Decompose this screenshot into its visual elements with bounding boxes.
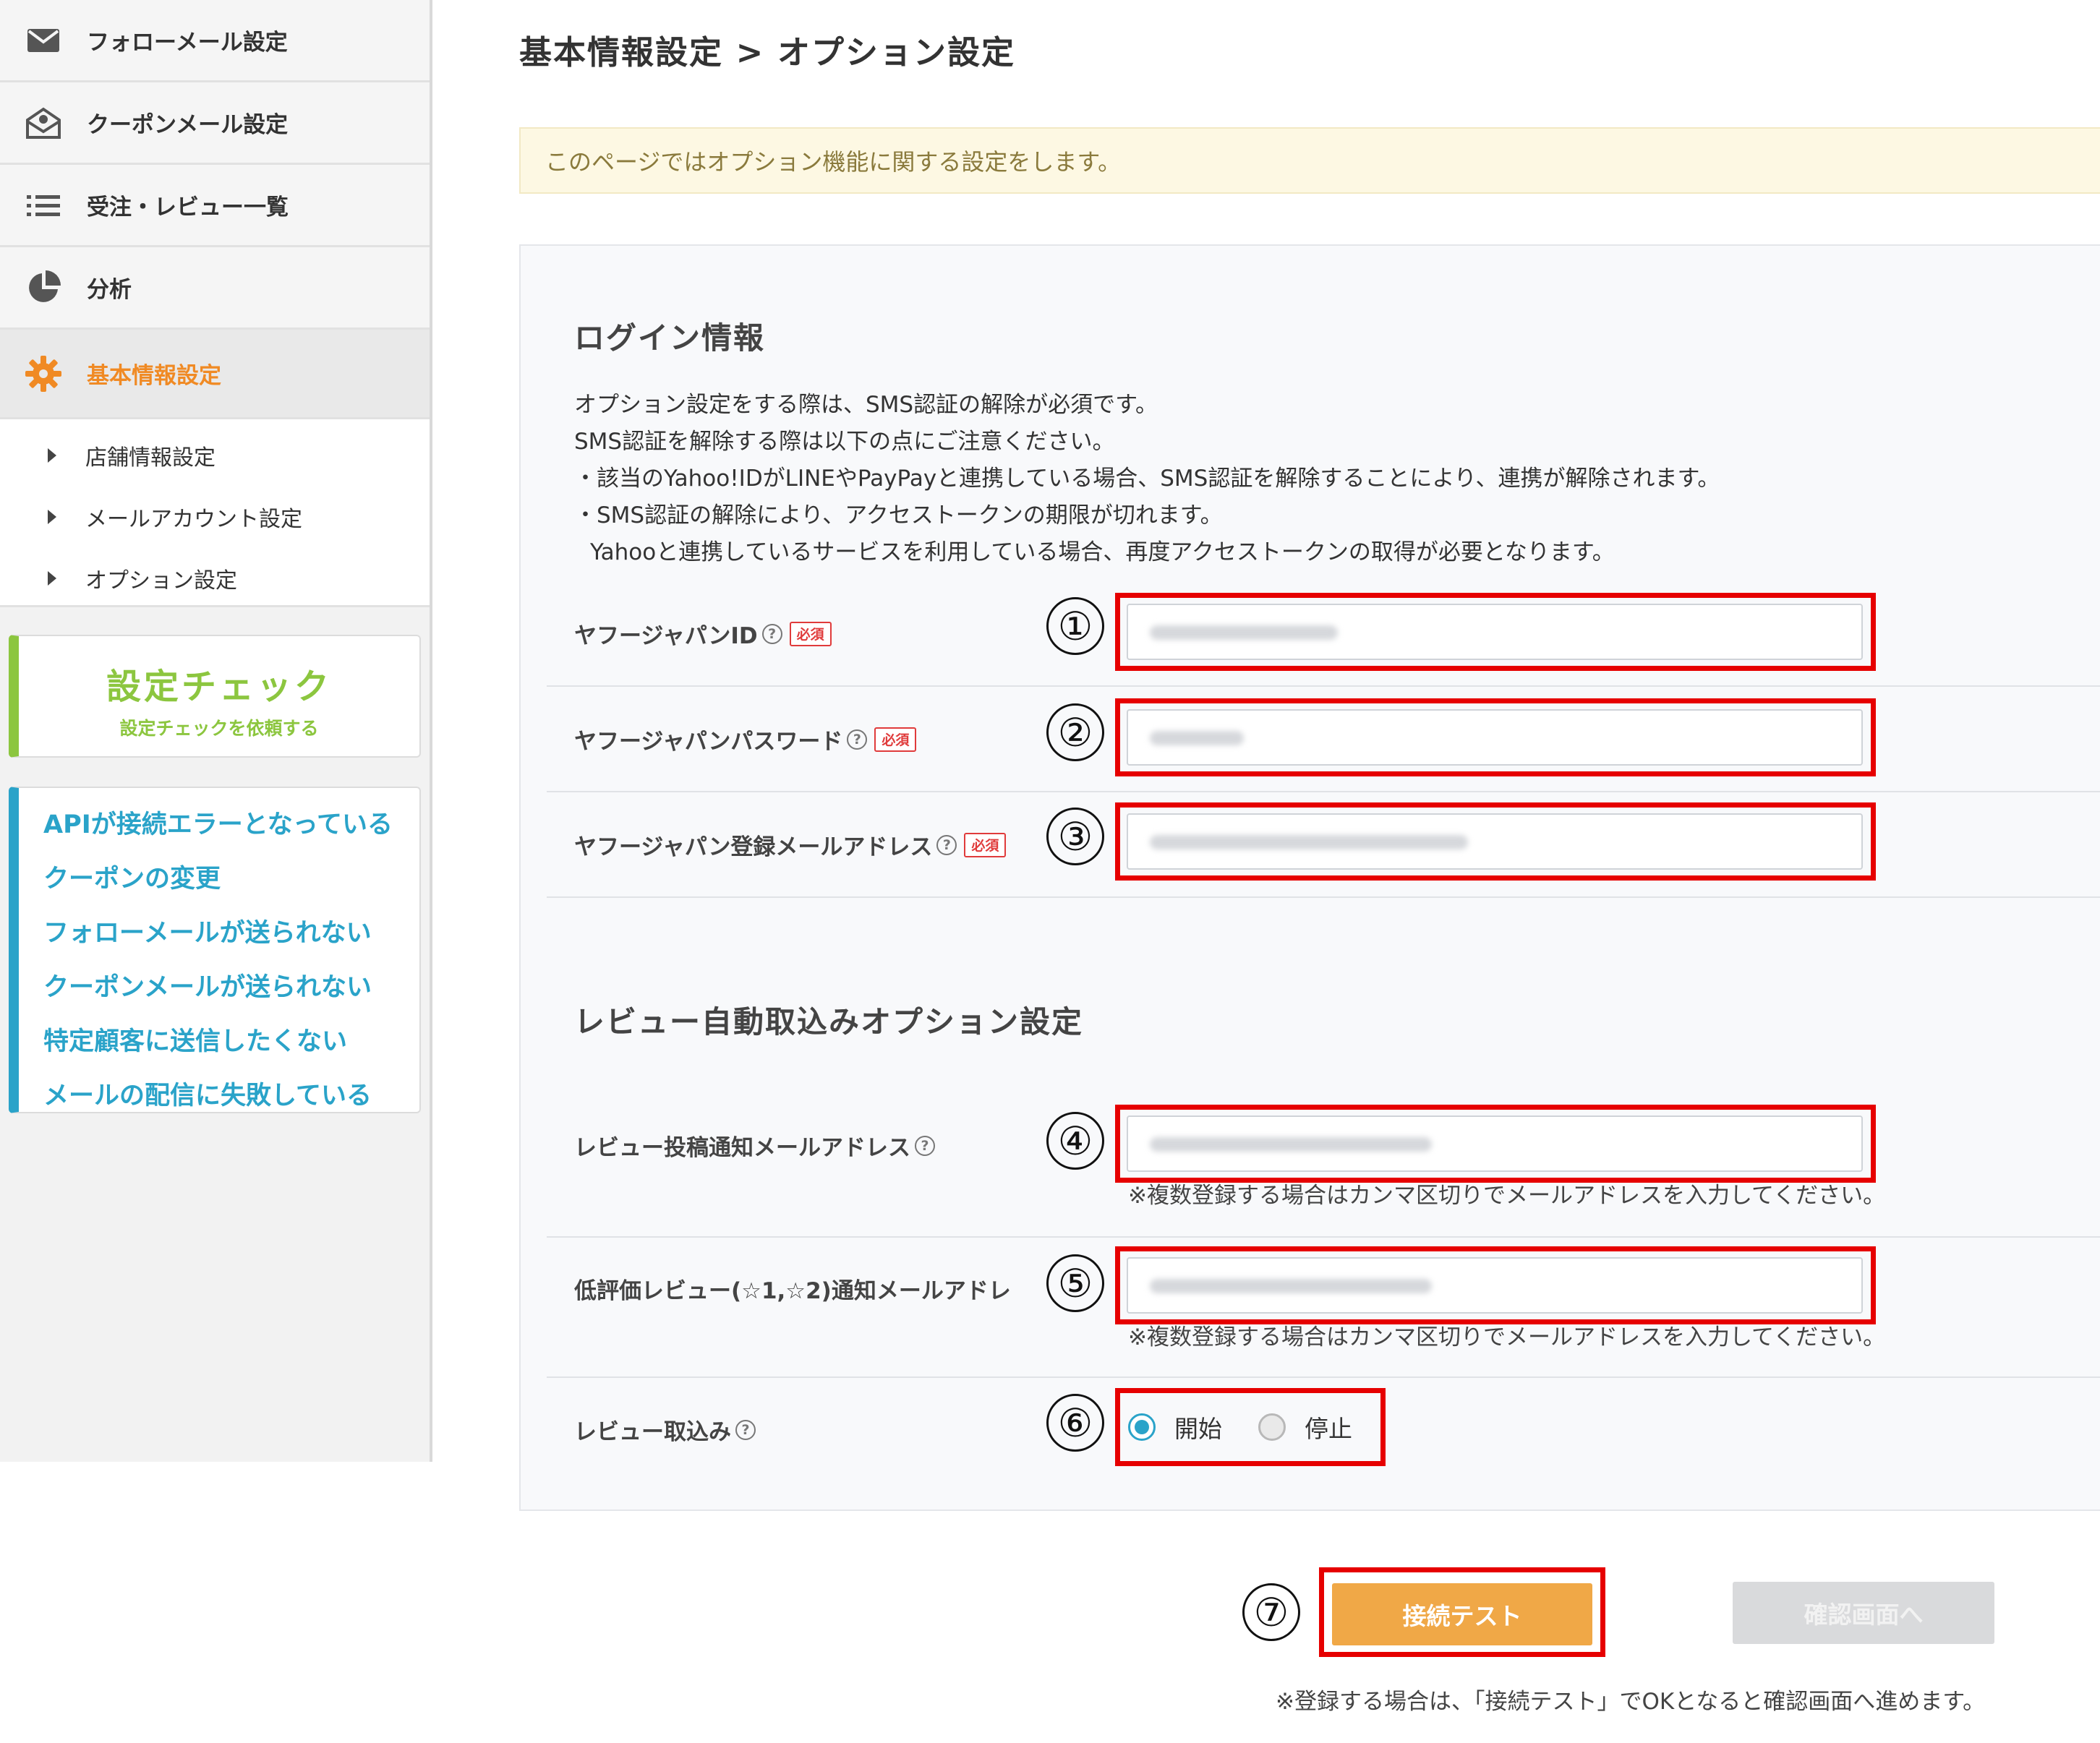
faq-link-delivery-failed[interactable]: メールの配信に失敗している [43, 1075, 372, 1112]
low-rating-email-hint: ※複数登録する場合はカンマ区切りでメールアドレスを入力してください。 [1128, 1324, 1886, 1350]
sidebar-item-label: クーポンメール設定 [87, 112, 289, 138]
faq-link-api-error[interactable]: APIが接続エラーとなっている [43, 804, 393, 841]
envelope-open-icon [22, 101, 65, 145]
masked-value [1150, 731, 1244, 745]
info-notice: このページではオプション機能に関する設定をします。 [519, 127, 2100, 194]
sidebar-item-label: 受注・レビュー一覧 [87, 194, 289, 220]
caret-right-icon [48, 448, 56, 463]
annotation-marker-6: ⑥ [1046, 1394, 1104, 1452]
caret-right-icon [48, 571, 56, 586]
annotation-marker-2: ② [1046, 703, 1104, 761]
connection-test-button[interactable]: 接続テスト [1332, 1583, 1592, 1645]
sidebar-item-analytics[interactable]: 分析 [0, 247, 430, 330]
login-section-title: ログイン情報 [574, 320, 766, 356]
yahoo-email-input[interactable] [1127, 813, 1863, 870]
faq-link-coupon-change[interactable]: クーポンの変更 [43, 858, 221, 895]
annotation-marker-3: ③ [1046, 808, 1104, 865]
yahoo-email-label: ヤフージャパン登録メールアドレス ? 必須 [574, 828, 1007, 861]
faq-link-follow-mail[interactable]: フォローメールが送られない [43, 912, 372, 949]
page-title: 基本情報設定 > オプション設定 [519, 33, 1016, 72]
row-divider [547, 791, 2100, 792]
settings-check-subtitle: 設定チェックを依頼する [119, 718, 319, 739]
review-section-title: レビュー自動取込みオプション設定 [574, 1004, 1084, 1040]
low-rating-email-label: 低評価レビュー(☆1,☆2)通知メールアドレ [574, 1278, 1011, 1304]
row-divider [547, 1376, 2100, 1378]
radio-start[interactable]: 開始 [1128, 1410, 1222, 1444]
annotation-marker-7: ⑦ [1242, 1583, 1300, 1641]
row-divider [547, 1236, 2100, 1238]
review-import-label: レビュー取込み ? [574, 1413, 756, 1446]
annotation-marker-4: ④ [1046, 1112, 1104, 1170]
sidebar-item-orders-reviews[interactable]: 受注・レビュー一覧 [0, 165, 430, 247]
sidebar-item-coupon-mail[interactable]: クーポンメール設定 [0, 82, 430, 165]
subnav-item-mail-account[interactable]: メールアカウント設定 [48, 501, 302, 533]
sidebar-item-label: 分析 [87, 277, 132, 303]
login-description-line: ・SMS認証の解除により、アクセストークンの期限が切れます。 [574, 502, 1223, 528]
review-notify-email-hint: ※複数登録する場合はカンマ区切りでメールアドレスを入力してください。 [1128, 1183, 1886, 1209]
low-rating-email-input[interactable] [1127, 1257, 1863, 1314]
confirm-screen-button[interactable]: 確認画面へ [1733, 1582, 1994, 1644]
help-icon[interactable]: ? [915, 1135, 935, 1156]
annotation-marker-1: ① [1046, 597, 1104, 655]
footer-note: ※登録する場合は、「接続テスト」でOKとなると確認画面へ進めます。 [1276, 1689, 1986, 1715]
yahoo-password-input[interactable] [1127, 709, 1863, 766]
required-badge: 必須 [874, 727, 917, 752]
masked-value [1150, 1279, 1432, 1293]
masked-value [1150, 625, 1338, 640]
login-description-line: Yahooと連携しているサービスを利用している場合、再度アクセストークンの取得が… [590, 539, 1615, 565]
list-icon [22, 184, 65, 227]
review-notify-email-label: レビュー投稿通知メールアドレス ? [574, 1129, 935, 1162]
row-divider [547, 896, 2100, 898]
help-icon[interactable]: ? [735, 1419, 756, 1440]
login-description-line: SMS認証を解除する際は以下の点にご注意ください。 [574, 429, 1115, 455]
yahoo-password-label: ヤフージャパンパスワード ? 必須 [574, 723, 917, 755]
gear-icon [22, 352, 65, 395]
sidebar-item-label: フォローメール設定 [87, 30, 288, 56]
caret-right-icon [48, 510, 56, 524]
help-icon[interactable]: ? [761, 623, 782, 644]
radio-unselected-indicator [1258, 1413, 1286, 1441]
settings-check-card[interactable]: 設定チェック 設定チェックを依頼する [9, 635, 421, 758]
sidebar-subnav: 店舗情報設定 メールアカウント設定 オプション設定 [0, 419, 430, 607]
faq-link-exclude-customer[interactable]: 特定顧客に送信したくない [43, 1021, 347, 1058]
subnav-item-option-settings[interactable]: オプション設定 [48, 562, 237, 594]
masked-value [1150, 835, 1468, 849]
sidebar-item-follow-mail[interactable]: フォローメール設定 [0, 0, 430, 82]
login-description-line: ・該当のYahoo!IDがLINEやPayPayと連携している場合、SMS認証を… [574, 466, 1720, 492]
annotation-marker-5: ⑤ [1046, 1254, 1104, 1312]
sidebar-item-label: 基本情報設定 [87, 363, 221, 389]
sidebar-item-basic-settings[interactable]: 基本情報設定 [0, 330, 430, 419]
help-icon[interactable]: ? [847, 729, 868, 750]
yahoo-id-input[interactable] [1127, 604, 1863, 660]
radio-stop[interactable]: 停止 [1258, 1410, 1352, 1444]
faq-link-coupon-mail[interactable]: クーポンメールが送られない [43, 967, 372, 1003]
required-badge: 必須 [789, 621, 832, 646]
row-divider [547, 685, 2100, 687]
sidebar: フォローメール設定 クーポンメール設定 受注・レビュー一覧 分析 基本情報設定 … [0, 0, 432, 1462]
help-icon[interactable]: ? [936, 834, 957, 855]
yahoo-id-label: ヤフージャパンID ? 必須 [574, 617, 832, 650]
login-description-line: オプション設定をする際は、SMS認証の解除が必須です。 [574, 392, 1158, 418]
subnav-item-store-info[interactable]: 店舗情報設定 [48, 440, 215, 471]
radio-selected-indicator [1128, 1413, 1156, 1441]
required-badge: 必須 [964, 832, 1007, 857]
faq-card: APIが接続エラーとなっている クーポンの変更 フォローメールが送られない クー… [9, 787, 421, 1113]
masked-value [1150, 1137, 1432, 1152]
pie-chart-icon [22, 266, 65, 309]
mail-icon [22, 19, 65, 62]
review-notify-email-input[interactable] [1127, 1115, 1863, 1172]
settings-check-title: 設定チェック [106, 667, 332, 707]
